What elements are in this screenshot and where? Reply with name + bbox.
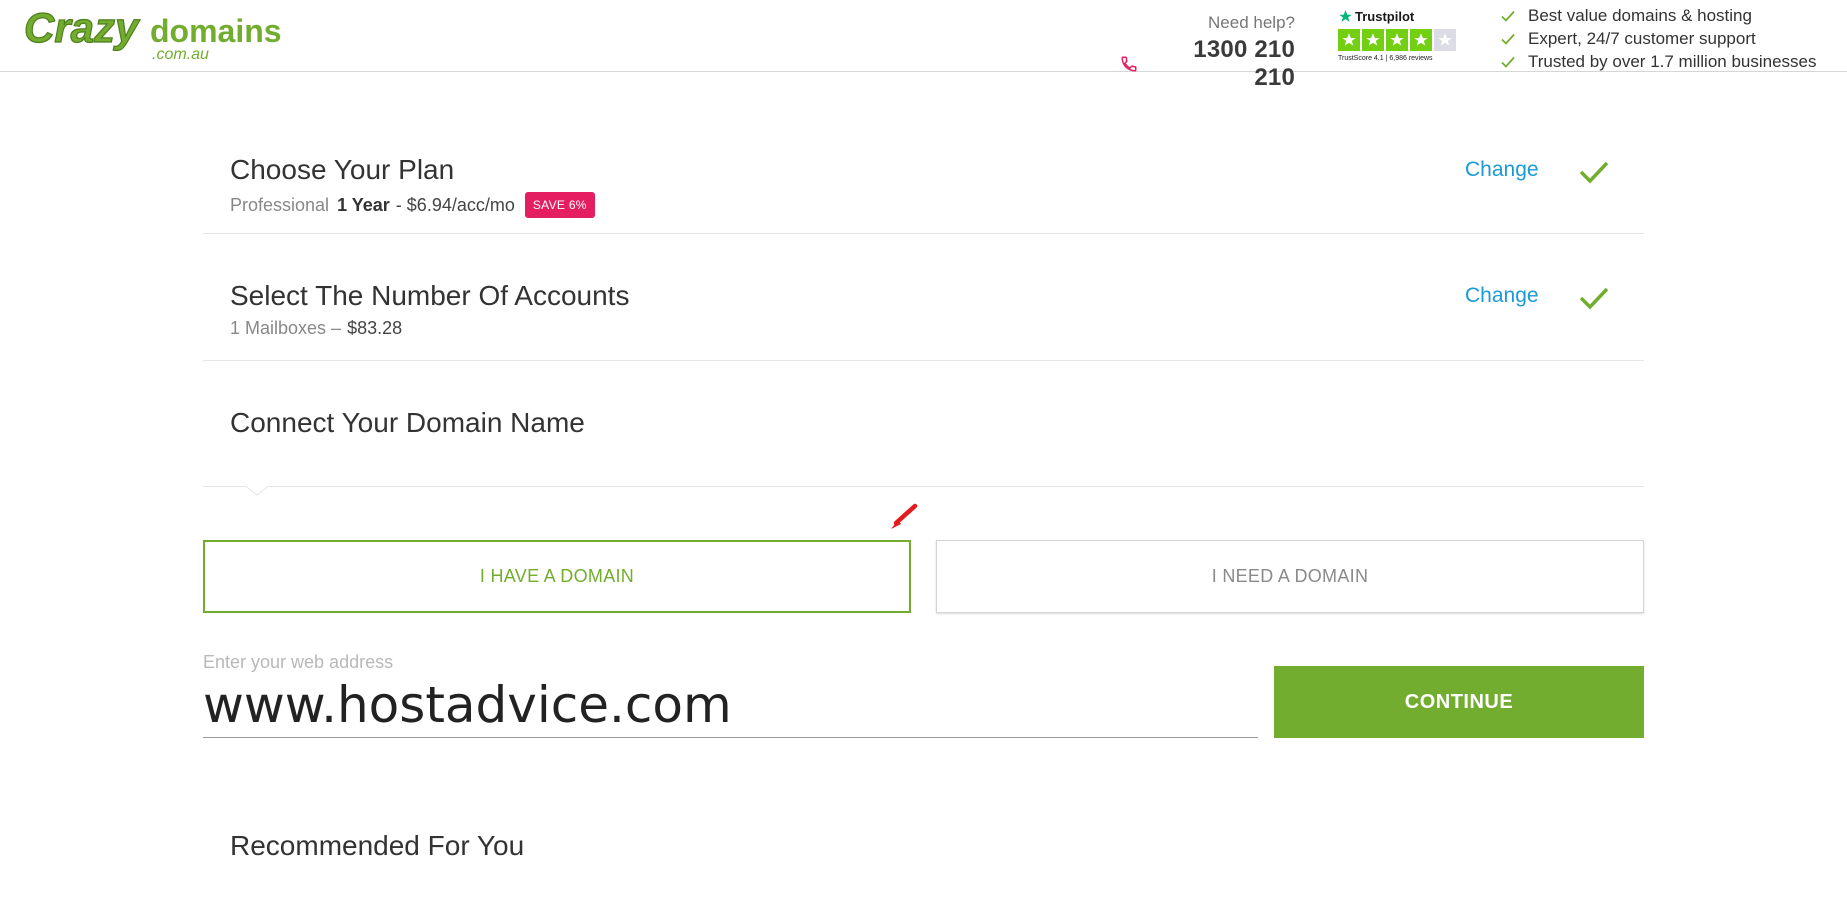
check-icon bbox=[1501, 33, 1515, 45]
star-icon bbox=[1438, 33, 1452, 46]
benefit-text: Expert, 24/7 customer support bbox=[1528, 28, 1756, 48]
trustpilot-score: TrustScore 4.1 | 6,986 reviews bbox=[1338, 55, 1433, 62]
star-icon bbox=[1366, 33, 1380, 46]
help-phone-number[interactable]: 1300 210 210 bbox=[1146, 36, 1295, 92]
step-title-plan: Choose Your Plan bbox=[230, 154, 455, 185]
step-title-domain: Connect Your Domain Name bbox=[230, 407, 585, 438]
trustpilot-star-4 bbox=[1410, 29, 1432, 51]
accounts-price: $83.28 bbox=[347, 318, 403, 338]
phone-row[interactable]: 1300 210 210 bbox=[1120, 36, 1295, 92]
trustpilot-widget[interactable]: Trustpilot TrustScore 4.1 | 6,986 review… bbox=[1338, 8, 1460, 66]
benefit-item: Expert, 24/7 customer support bbox=[1500, 27, 1840, 50]
benefit-item: Trusted by over 1.7 million businesses bbox=[1500, 50, 1840, 73]
star-icon bbox=[1342, 33, 1356, 46]
phone-icon bbox=[1121, 56, 1137, 72]
red-annotation-marker bbox=[891, 503, 918, 529]
trustpilot-star-1 bbox=[1338, 29, 1360, 51]
help-label: Need help? bbox=[1208, 13, 1295, 32]
mailboxes-count: 1 Mailboxes – bbox=[230, 318, 342, 338]
check-icon bbox=[1501, 10, 1515, 22]
change-plan-link[interactable]: Change bbox=[1465, 158, 1539, 182]
section-pointer-caret bbox=[246, 484, 268, 496]
step-complete-check-icon bbox=[1579, 161, 1609, 184]
i-have-a-domain-option[interactable]: I HAVE A DOMAIN bbox=[203, 540, 911, 613]
trustpilot-star-2 bbox=[1362, 29, 1384, 51]
benefit-text: Trusted by over 1.7 million businesses bbox=[1528, 51, 1817, 71]
plan-summary: Professional 1 Year - $6.94/acc/mo SAVE … bbox=[230, 192, 595, 218]
logo-text-main: Crazy bbox=[24, 6, 141, 51]
plan-term: 1 Year bbox=[337, 194, 390, 215]
web-address-input[interactable] bbox=[203, 672, 1258, 738]
site-header: Crazy domains .com.au Need help? 1300 21… bbox=[0, 0, 1847, 91]
recommended-for-you-heading: Recommended For You bbox=[230, 830, 525, 861]
plan-price: - $6.94/acc/mo bbox=[395, 194, 515, 215]
continue-button[interactable]: CONTINUE bbox=[1274, 666, 1644, 738]
step-choose-plan: Choose Your Plan Professional 1 Year - $… bbox=[203, 140, 1644, 234]
step-title-accounts: Select The Number Of Accounts bbox=[230, 280, 630, 311]
trustpilot-star-5 bbox=[1434, 29, 1456, 51]
trustpilot-star-3 bbox=[1386, 29, 1408, 51]
step-complete-check-icon bbox=[1579, 287, 1609, 310]
trustpilot-brand-name: Trustpilot bbox=[1355, 8, 1415, 24]
trustpilot-brand: Trustpilot bbox=[1338, 8, 1460, 24]
accounts-summary: 1 Mailboxes – $83.28 bbox=[230, 318, 402, 339]
star-icon bbox=[1414, 33, 1428, 46]
step-connect-domain: Connect Your Domain Name bbox=[203, 361, 1644, 487]
web-address-label: Enter your web address bbox=[203, 652, 394, 672]
trustpilot-star-icon bbox=[1339, 9, 1352, 22]
plan-name: Professional bbox=[230, 194, 330, 215]
trustpilot-stars bbox=[1338, 29, 1460, 51]
benefit-item: Best value domains & hosting bbox=[1500, 4, 1840, 27]
step-number-of-accounts: Select The Number Of Accounts 1 Mailboxe… bbox=[203, 234, 1644, 361]
save-badge: SAVE 6% bbox=[524, 192, 595, 218]
change-accounts-link[interactable]: Change bbox=[1465, 284, 1539, 308]
help-contact: Need help? 1300 210 210 bbox=[1120, 13, 1295, 92]
benefits-list: Best value domains & hosting Expert, 24/… bbox=[1500, 4, 1840, 73]
crazydomains-logo[interactable]: Crazy domains .com.au bbox=[22, 6, 292, 66]
logo-text-second: domains bbox=[150, 13, 282, 49]
benefit-text: Best value domains & hosting bbox=[1528, 5, 1752, 25]
star-icon bbox=[1390, 33, 1404, 46]
i-need-a-domain-option[interactable]: I NEED A DOMAIN bbox=[936, 540, 1644, 613]
check-icon bbox=[1501, 56, 1515, 68]
logo-text-sub: .com.au bbox=[152, 46, 209, 63]
